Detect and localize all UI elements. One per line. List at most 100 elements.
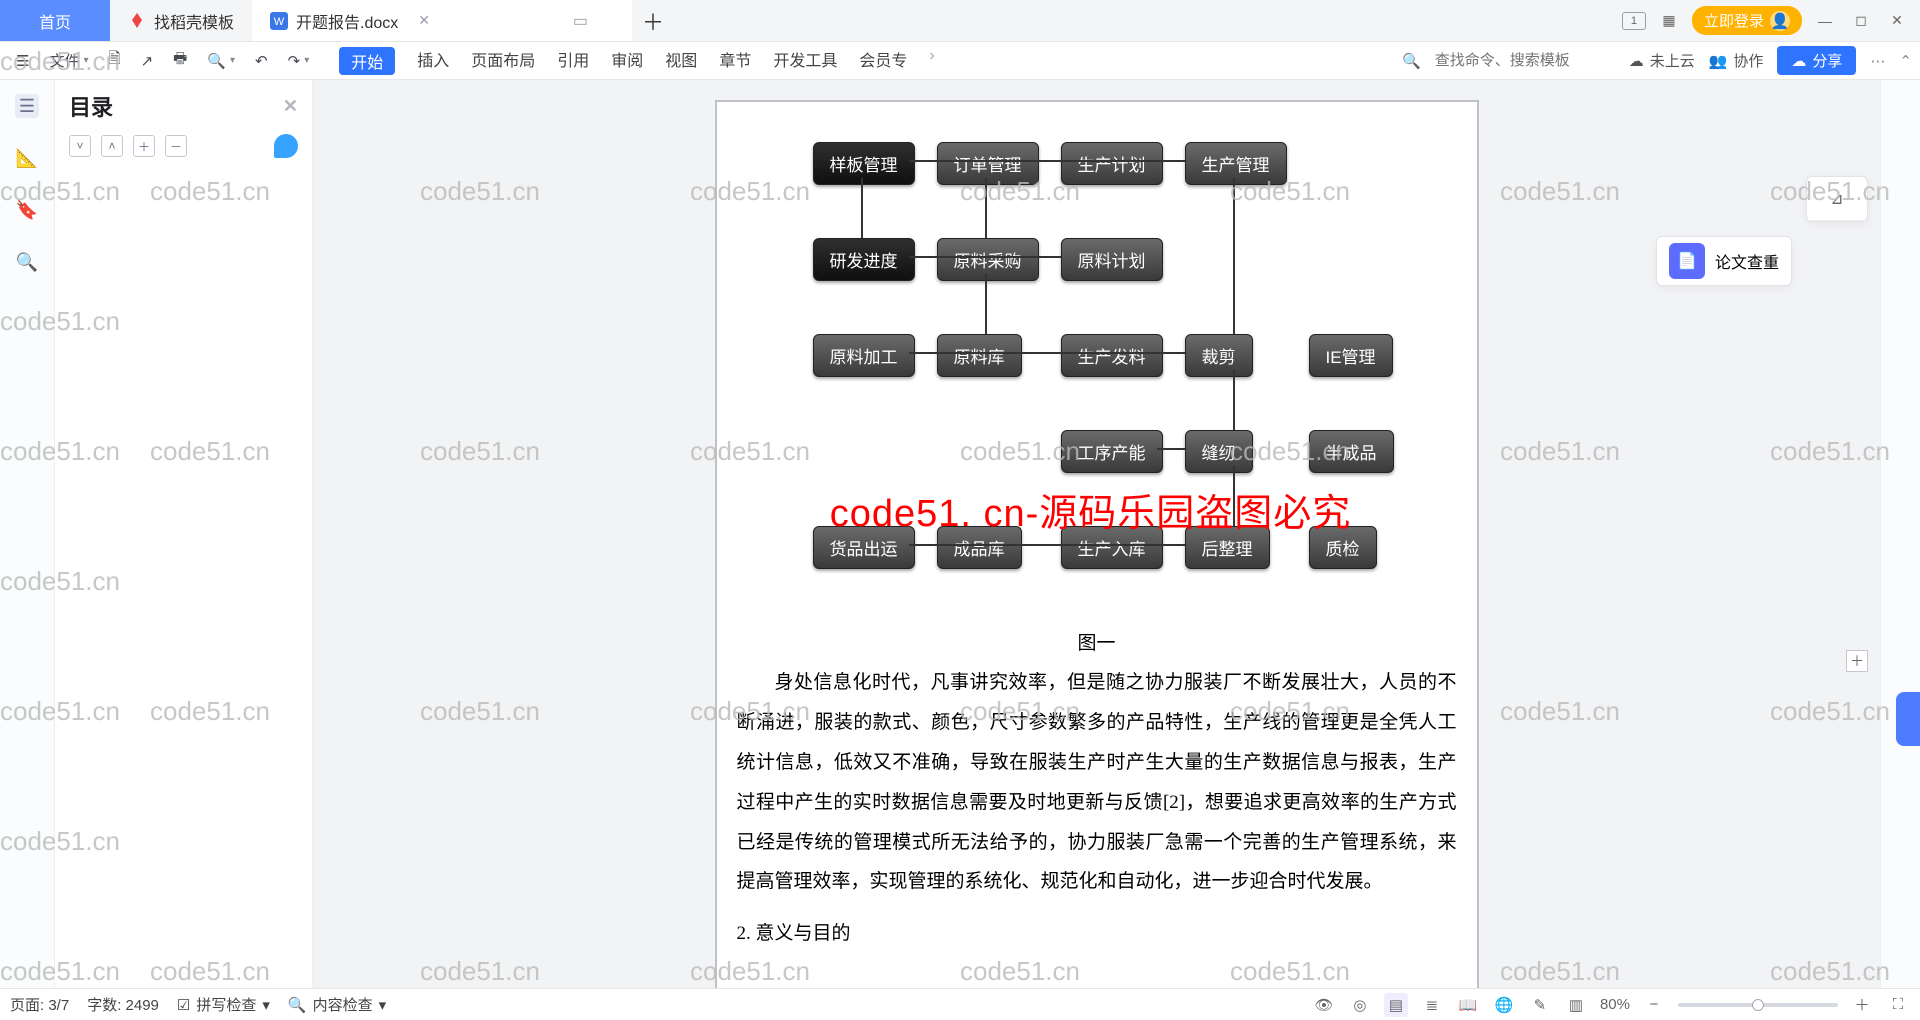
outline-view-icon[interactable]: ≣: [1420, 993, 1444, 1017]
outline-close-icon[interactable]: ✕: [283, 96, 298, 117]
login-button[interactable]: 立即登录👤: [1692, 6, 1802, 35]
flow-node: 订单管理: [937, 142, 1039, 185]
outline-rail-icon[interactable]: ☰: [15, 94, 39, 118]
outline-tools: ˅ ˄ ＋ －: [69, 134, 298, 158]
reading-view-icon[interactable]: 📖: [1456, 993, 1480, 1017]
search-rail-icon[interactable]: 🔍: [15, 250, 39, 274]
window-maximize-icon[interactable]: ◻: [1848, 8, 1874, 34]
word-count[interactable]: 字数: 2499: [87, 994, 159, 1015]
flow-node: 生产发料: [1061, 334, 1163, 377]
ribbon-reference[interactable]: 引用: [557, 47, 589, 75]
ribbon-page-layout[interactable]: 页面布局: [471, 47, 535, 75]
ribbon-chapter[interactable]: 章节: [719, 47, 751, 75]
page-view-icon[interactable]: ▤: [1384, 993, 1408, 1017]
tab-template-label: 找稻壳模板: [154, 9, 234, 33]
save-icon[interactable]: 🗎: [101, 44, 129, 77]
expand-all-icon[interactable]: ˄: [101, 135, 123, 157]
window-minimize-icon[interactable]: —: [1812, 8, 1838, 34]
tab-document[interactable]: W 开题报告.docx ▭ ✕: [252, 0, 632, 41]
spellcheck-toggle[interactable]: ☑ 拼写检查 ▾: [177, 994, 270, 1015]
fullscreen-icon[interactable]: ⛶: [1886, 993, 1910, 1017]
ribbon-collapse-icon[interactable]: ⌃: [1899, 52, 1912, 70]
app-grid-icon[interactable]: ▦: [1656, 8, 1682, 34]
bookmark-rail-icon[interactable]: 🔖: [15, 198, 39, 222]
flow-node: 样板管理: [813, 142, 915, 185]
level-down-icon[interactable]: －: [165, 135, 187, 157]
flow-node: 原料加工: [813, 334, 915, 377]
format-brush-icon[interactable]: ⊿: [1807, 177, 1867, 221]
tab-close-icon[interactable]: ✕: [418, 12, 430, 29]
zoom-label[interactable]: 80%: [1600, 996, 1630, 1013]
document-area[interactable]: 样板管理 订单管理 生产计划 生产管理 研发进度 原料采购 原料计划 原料加工 …: [313, 80, 1880, 988]
redo-icon[interactable]: ↷▾: [280, 48, 318, 74]
web-view-icon[interactable]: 🌐: [1492, 993, 1516, 1017]
ribbon-view[interactable]: 视图: [665, 47, 697, 75]
figure-caption: 图一: [737, 628, 1457, 655]
paper-check-panel[interactable]: 📄 论文查重: [1656, 236, 1792, 286]
file-menu[interactable]: 文件▾: [41, 46, 96, 75]
ai-bubble-icon[interactable]: [274, 134, 298, 158]
flow-node: 缝纫: [1185, 430, 1253, 473]
flowchart: 样板管理 订单管理 生产计划 生产管理 研发进度 原料采购 原料计划 原料加工 …: [737, 132, 1457, 612]
share-label: 分享: [1812, 50, 1842, 71]
outline-pane: 目录✕ ˅ ˄ ＋ －: [55, 80, 313, 988]
flow-node: 原料计划: [1061, 238, 1163, 281]
focus-mode-icon[interactable]: ◎: [1348, 993, 1372, 1017]
new-tab-button[interactable]: ＋: [632, 0, 674, 41]
tab-home[interactable]: 首页: [0, 0, 110, 41]
flow-node: 工序产能: [1061, 430, 1163, 473]
ribbon-start[interactable]: 开始: [339, 47, 395, 75]
right-rail: [1880, 80, 1920, 988]
flow-node: 半成品: [1309, 430, 1394, 473]
compact-view-icon[interactable]: 1: [1622, 12, 1646, 30]
side-flyout-tab[interactable]: [1896, 692, 1920, 746]
page-indicator[interactable]: 页面: 3/7: [10, 994, 69, 1015]
eyecare-icon[interactable]: 👁: [1312, 993, 1336, 1017]
toolbar-expand-icon[interactable]: ⋯: [1870, 52, 1885, 70]
zoom-out-icon[interactable]: −: [1642, 993, 1666, 1017]
tab-document-label: 开题报告.docx: [296, 9, 398, 33]
zoom-slider[interactable]: [1678, 1003, 1838, 1007]
preview-icon[interactable]: 🔍▾: [199, 48, 243, 74]
watermark-banner: code51. cn-源码乐园盗图必究: [645, 482, 1537, 537]
svg-text:W: W: [274, 16, 285, 28]
window-close-icon[interactable]: ✕: [1884, 8, 1910, 34]
collab-label: 协作: [1733, 50, 1763, 71]
add-page-icon[interactable]: ＋: [1846, 650, 1868, 672]
collapse-all-icon[interactable]: ˅: [69, 135, 91, 157]
outline-title: 目录✕: [69, 90, 298, 122]
search-input[interactable]: [1435, 52, 1615, 69]
print-icon[interactable]: 🖶: [165, 44, 195, 77]
export-icon[interactable]: ↗: [133, 48, 162, 74]
ribbon-devtools[interactable]: 开发工具: [773, 47, 837, 75]
ribbon-toolbar: ☰ 文件▾ 🗎 ↗ 🖶 🔍▾ ↶ ↷▾ 开始 插入 页面布局 引用 审阅 视图 …: [0, 42, 1920, 80]
ribbon-member[interactable]: 会员专: [859, 47, 907, 75]
ribbon-more-icon[interactable]: ›: [929, 47, 934, 75]
flow-node: 原料库: [937, 334, 1022, 377]
cloud-status[interactable]: ☁ 未上云: [1629, 50, 1695, 71]
ribbon-tabs: 开始 插入 页面布局 引用 审阅 视图 章节 开发工具 会员专 ›: [339, 47, 934, 75]
paper-check-icon: 📄: [1669, 243, 1705, 279]
tab-home-label: 首页: [39, 9, 71, 33]
share-button[interactable]: ☁ 分享: [1777, 46, 1856, 75]
collab-button[interactable]: 👥 协作: [1709, 50, 1764, 71]
phone-view-icon[interactable]: ▭: [573, 11, 588, 31]
floating-toolbox: ⊿: [1806, 176, 1868, 222]
ribbon-review[interactable]: 审阅: [611, 47, 643, 75]
draft-view-icon[interactable]: ✎: [1528, 993, 1552, 1017]
ruler-rail-icon[interactable]: 📐: [15, 146, 39, 170]
undo-icon[interactable]: ↶: [247, 48, 276, 74]
search-icon[interactable]: 🔍: [1402, 52, 1421, 70]
level-up-icon[interactable]: ＋: [133, 135, 155, 157]
flow-node: 生产管理: [1185, 142, 1287, 185]
zoom-in-icon[interactable]: ＋: [1850, 993, 1874, 1017]
tab-template[interactable]: 找稻壳模板: [110, 0, 252, 41]
document-page: 样板管理 订单管理 生产计划 生产管理 研发进度 原料采购 原料计划 原料加工 …: [715, 100, 1479, 988]
flow-node: 生产计划: [1061, 142, 1163, 185]
ribbon-insert[interactable]: 插入: [417, 47, 449, 75]
spellcheck-label: 拼写检查: [196, 994, 256, 1015]
section-heading: 2. 意义与目的: [737, 918, 1457, 945]
content-check-toggle[interactable]: 🔍 内容检查 ▾: [288, 994, 386, 1015]
multi-page-icon[interactable]: ▥: [1564, 993, 1588, 1017]
menu-icon[interactable]: ☰: [8, 48, 37, 74]
